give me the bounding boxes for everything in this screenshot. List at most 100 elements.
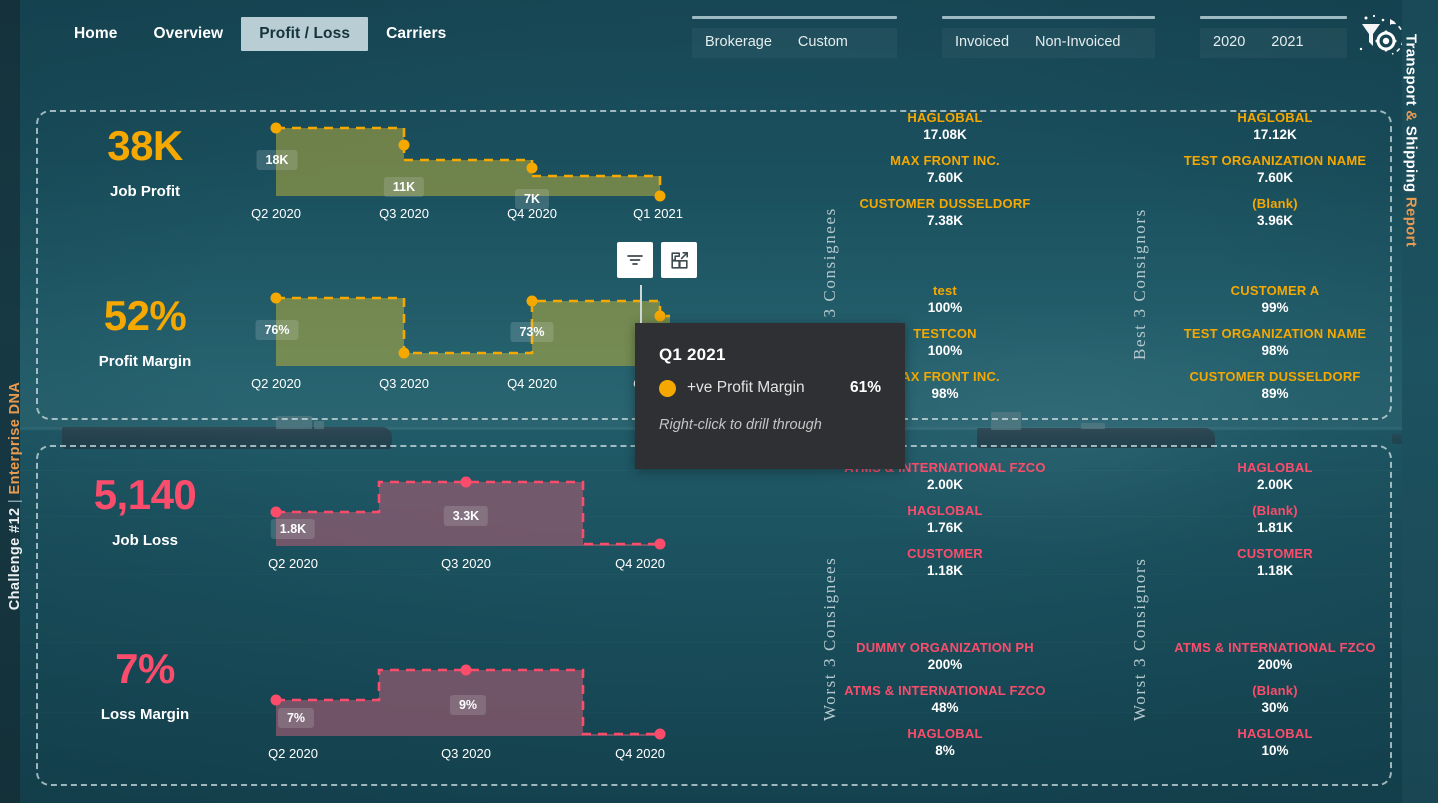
slicer-option-non-invoiced[interactable]: Non-Invoiced xyxy=(1022,28,1133,58)
best-3-consignors-profit-list: HAGLOBAL 17.12K TEST ORGANIZATION NAME 7… xyxy=(1150,110,1400,239)
profit-margin-chart[interactable]: 76% 73% 61% Q2 2020 Q3 2020 Q4 2020 Q1 2… xyxy=(250,288,683,391)
rank-name: HAGLOBAL xyxy=(907,110,983,125)
profit-margin-marker xyxy=(654,310,666,322)
job-profit-data-label: 11K xyxy=(383,177,425,197)
list-item[interactable]: HAGLOBAL 2.00K xyxy=(1150,460,1400,492)
job-profit-area-fill xyxy=(276,128,660,196)
list-item[interactable]: DUMMY ORGANIZATION PH 200% xyxy=(820,640,1070,672)
worst-3-consignors-loss-list: HAGLOBAL 2.00K (Blank) 1.81K CUSTOMER 1.… xyxy=(1150,460,1400,589)
report-title-part3: Report xyxy=(1402,196,1420,248)
kpi-job-loss-label: Job Loss xyxy=(112,532,178,549)
tooltip-series-value: 61% xyxy=(849,379,881,396)
list-item[interactable]: CUSTOMER A 99% xyxy=(1150,283,1400,315)
job-profit-marker xyxy=(654,190,666,202)
job-profit-data-label: 18K xyxy=(256,150,298,170)
rank-name: HAGLOBAL xyxy=(1237,726,1313,741)
list-item[interactable]: HAGLOBAL 17.08K xyxy=(820,110,1070,142)
kpi-job-profit: 38K Job Profit xyxy=(50,122,240,201)
list-item[interactable]: TEST ORGANIZATION NAME 7.60K xyxy=(1150,153,1400,185)
job-loss-marker xyxy=(270,506,282,518)
list-item[interactable]: HAGLOBAL 17.12K xyxy=(1150,110,1400,142)
rank-name: CUSTOMER DUSSELDORF xyxy=(1189,369,1361,384)
rank-name: (Blank) xyxy=(1252,196,1298,211)
filter-icon[interactable] xyxy=(617,242,653,278)
slicer-option-2021[interactable]: 2021 xyxy=(1258,28,1316,58)
report-title-label: Transport & Shipping Report xyxy=(1403,0,1420,286)
best-3-consignors-title: Best 3 Consignors xyxy=(1130,208,1149,360)
rank-value: 3.96K xyxy=(1256,213,1294,228)
worst-3-consignees-loss-list: ATMS & INTERNATIONAL FZCO 2.00K HAGLOBAL… xyxy=(820,460,1070,589)
rank-value: 2.00K xyxy=(926,477,964,492)
best-3-consignees-profit-list: HAGLOBAL 17.08K MAX FRONT INC. 7.60K CUS… xyxy=(820,110,1070,239)
tooltip-drillthrough-hint: Right-click to drill through xyxy=(659,417,822,433)
nav-tab-carriers[interactable]: Carriers xyxy=(368,17,464,51)
slicer-invoice-status: Invoiced Non-Invoiced xyxy=(942,16,1155,58)
visual-action-bar xyxy=(617,242,697,278)
list-item[interactable]: test 100% xyxy=(820,283,1070,315)
list-item[interactable]: ATMS & INTERNATIONAL FZCO 48% xyxy=(820,683,1070,715)
profit-margin-marker xyxy=(270,292,282,304)
kpi-job-loss: 5,140 Job Loss xyxy=(50,471,240,550)
rank-value: 2.00K xyxy=(1256,477,1294,492)
list-item[interactable]: TEST ORGANIZATION NAME 98% xyxy=(1150,326,1400,358)
slicer-option-custom[interactable]: Custom xyxy=(785,28,861,58)
loss-margin-marker xyxy=(270,694,282,706)
list-item[interactable]: (Blank) 30% xyxy=(1150,683,1400,715)
job-loss-chart[interactable]: 1.8K 3.3K Q2 2020 Q3 2020 Q4 2020 xyxy=(250,468,670,571)
kpi-profit-margin-value: 52% xyxy=(103,292,187,339)
profit-margin-area-fill xyxy=(276,298,670,366)
best-3-consignors-margin-list: CUSTOMER A 99% TEST ORGANIZATION NAME 98… xyxy=(1150,283,1400,412)
slicer-option-2020[interactable]: 2020 xyxy=(1200,28,1258,58)
job-profit-chart[interactable]: 18K 11K 7K Q2 2020 Q3 2020 Q4 2020 Q1 20… xyxy=(250,118,683,221)
rank-name: HAGLOBAL xyxy=(1237,460,1313,475)
kpi-profit-margin: 52% Profit Margin xyxy=(50,292,240,371)
worst-3-consignees-margin-list: DUMMY ORGANIZATION PH 200% ATMS & INTERN… xyxy=(820,640,1070,769)
kpi-loss-margin: 7% Loss Margin xyxy=(50,648,240,724)
list-item[interactable]: MAX FRONT INC. 7.60K xyxy=(820,153,1070,185)
list-item[interactable]: CUSTOMER DUSSELDORF 89% xyxy=(1150,369,1400,401)
job-loss-marker xyxy=(654,538,666,550)
slicer-option-brokerage[interactable]: Brokerage xyxy=(692,28,785,58)
nav-tab-profit-loss[interactable]: Profit / Loss xyxy=(241,17,369,51)
kpi-job-loss-value: 5,140 xyxy=(93,471,197,518)
loss-margin-marker xyxy=(460,664,472,676)
list-item[interactable]: CUSTOMER 1.18K xyxy=(1150,546,1400,578)
rank-value: 100% xyxy=(927,300,963,315)
slicer-option-invoiced[interactable]: Invoiced xyxy=(942,28,1022,58)
rank-name: (Blank) xyxy=(1252,503,1298,518)
slicer-top-rule xyxy=(1200,16,1347,19)
list-item[interactable]: (Blank) 3.96K xyxy=(1150,196,1400,228)
slicer-service-type: Brokerage Custom xyxy=(692,16,897,58)
page-navigation: Home Overview Profit / Loss Carriers xyxy=(56,17,464,51)
list-item[interactable]: HAGLOBAL 8% xyxy=(820,726,1070,758)
slicer-year: 2020 2021 xyxy=(1200,16,1347,58)
rank-value: 48% xyxy=(931,700,959,715)
nav-tab-overview[interactable]: Overview xyxy=(135,17,241,51)
rank-value: 98% xyxy=(1261,343,1289,358)
profit-margin-data-label: 76% xyxy=(255,320,299,340)
job-profit-chart-svg xyxy=(270,122,666,202)
list-item[interactable]: HAGLOBAL 1.76K xyxy=(820,503,1070,535)
report-header: Home Overview Profit / Loss Carriers Bro… xyxy=(20,0,1404,70)
rank-value: 1.18K xyxy=(926,563,964,578)
slicer-top-rule xyxy=(692,16,897,19)
rank-value: 30% xyxy=(1261,700,1289,715)
list-item[interactable]: HAGLOBAL 10% xyxy=(1150,726,1400,758)
focus-mode-icon[interactable] xyxy=(661,242,697,278)
loss-margin-marker xyxy=(654,728,666,740)
loss-margin-chart[interactable]: 7% 9% Q2 2020 Q3 2020 Q4 2020 xyxy=(250,658,670,761)
worst-3-consignors-title: Worst 3 Consignors xyxy=(1130,557,1149,721)
list-item[interactable]: ATMS & INTERNATIONAL FZCO 200% xyxy=(1150,640,1400,672)
profit-margin-chart-svg xyxy=(270,292,670,366)
kpi-job-profit-value: 38K xyxy=(107,122,183,169)
job-loss-axis-label: Q2 2020 xyxy=(268,556,318,571)
rank-value: 1.76K xyxy=(926,520,964,535)
rank-name: (Blank) xyxy=(1252,683,1298,698)
rank-name: TEST ORGANIZATION NAME xyxy=(1183,153,1367,168)
list-item[interactable]: (Blank) 1.81K xyxy=(1150,503,1400,535)
list-item[interactable]: CUSTOMER DUSSELDORF 7.38K xyxy=(820,196,1070,228)
rank-value: 200% xyxy=(1257,657,1293,672)
nav-tab-home[interactable]: Home xyxy=(56,17,135,51)
job-profit-marker xyxy=(270,122,282,134)
list-item[interactable]: CUSTOMER 1.18K xyxy=(820,546,1070,578)
